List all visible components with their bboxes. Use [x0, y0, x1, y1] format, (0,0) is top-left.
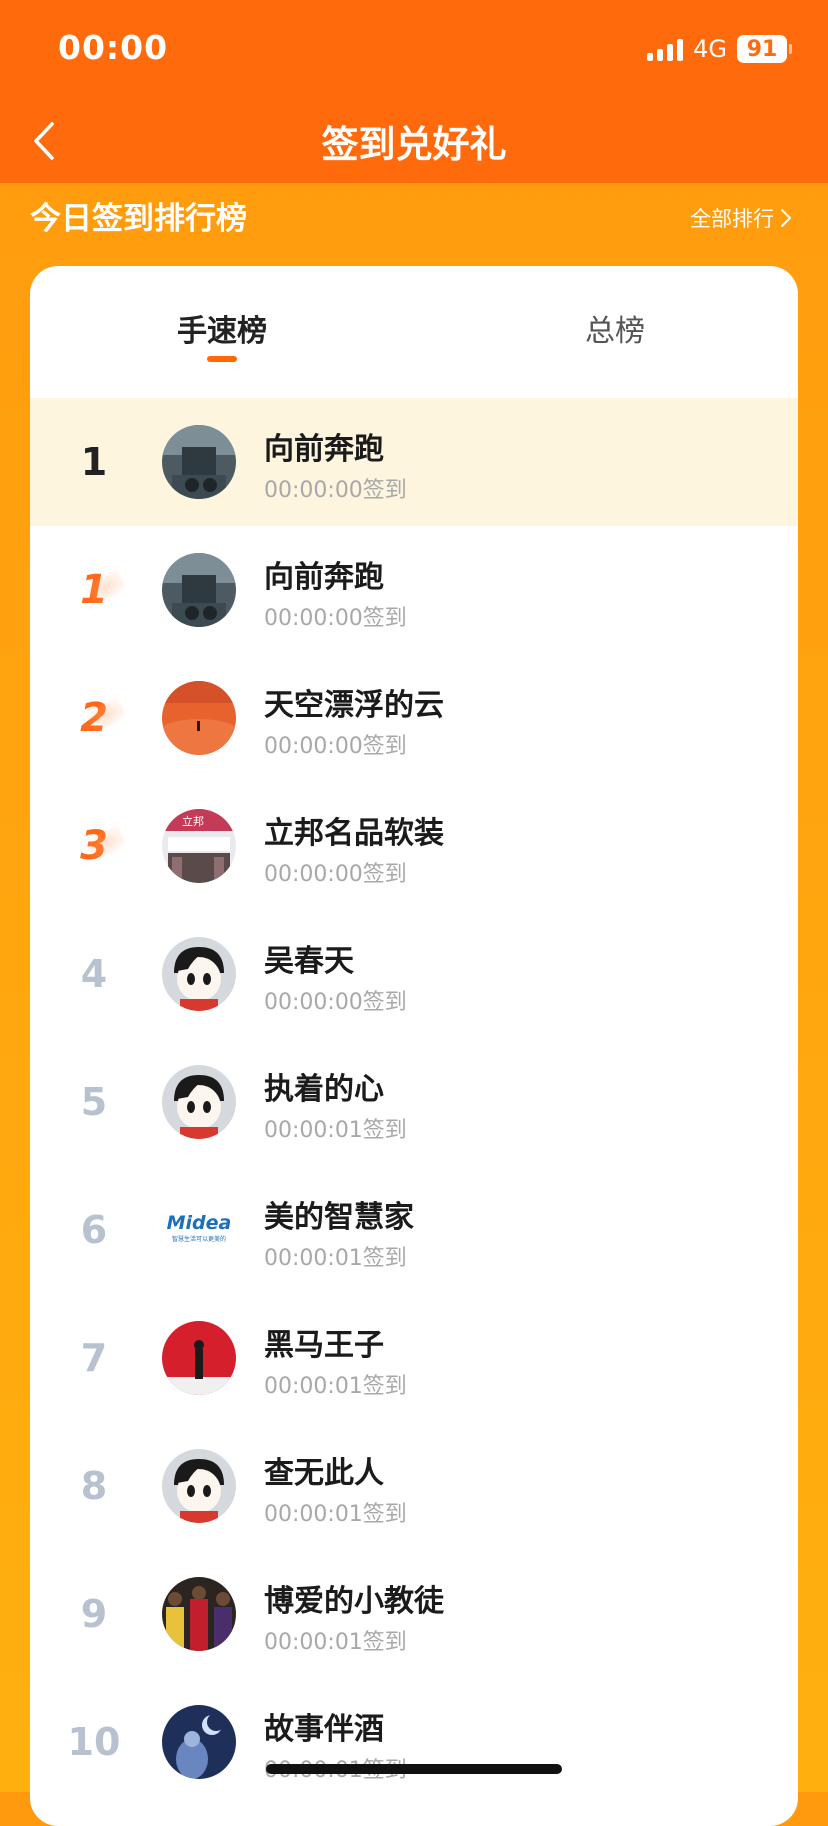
page-title: 签到兑好礼	[321, 123, 507, 166]
tab-speed[interactable]: 手速榜	[172, 306, 272, 350]
user-name: 向前奔跑	[264, 432, 384, 467]
user-name: 博爱的小教徒	[264, 1584, 444, 1619]
rank-number: 2	[56, 654, 132, 782]
avatar: 立邦	[162, 809, 236, 883]
battery-tip	[789, 44, 792, 54]
my-rank-number: 1	[80, 440, 108, 484]
rank-number: 7	[80, 1336, 108, 1380]
tab-bar: 手速榜 总榜	[30, 266, 798, 398]
user-name: 吴春天	[264, 944, 354, 979]
list-item[interactable]: 9 博爱的小教徒 00:00:01签到	[30, 1550, 798, 1678]
avatar	[162, 1449, 236, 1523]
rank-number: 10	[67, 1720, 121, 1764]
rank-number: 4	[80, 952, 108, 996]
user-name: 美的智慧家	[264, 1200, 414, 1235]
avatar	[162, 1321, 236, 1395]
avatar	[162, 1065, 236, 1139]
rank-number: 1	[56, 526, 132, 654]
rank-number: 8	[80, 1464, 108, 1508]
active-tab-indicator	[207, 356, 237, 362]
checkin-time: 00:00:01签到	[264, 1502, 407, 1527]
avatar	[162, 425, 236, 499]
chevron-right-icon	[781, 209, 791, 227]
top-header: 00:00 4G 91 签到兑好礼	[0, 0, 828, 183]
avatar	[162, 1577, 236, 1651]
rank-number: 6	[80, 1208, 108, 1252]
status-icons: 4G 91	[647, 34, 792, 64]
svg-text:智慧生活可以更美的: 智慧生活可以更美的	[172, 1235, 226, 1243]
all-ranking-link[interactable]: 全部排行	[690, 203, 792, 233]
section-header: 今日签到排行榜 全部排行	[0, 183, 828, 263]
battery-icon: 91	[737, 35, 787, 63]
my-rank-row[interactable]: 1 向前奔跑 00:00:00签到	[30, 398, 798, 526]
svg-text:立邦: 立邦	[182, 814, 204, 828]
ranking-title: 今日签到排行榜	[30, 201, 247, 237]
list-item[interactable]: 4 吴春天 00:00:00签到	[30, 910, 798, 1038]
ranking-card: 手速榜 总榜 1 向前奔跑 00:00:00签到 1 向前奔跑 00:00:00…	[30, 266, 798, 1826]
list-item[interactable]: 6 Midea 智慧生活可以更美的 美的智慧家 00:00:01签到	[30, 1166, 798, 1294]
rank-number: 9	[80, 1592, 108, 1636]
checkin-time: 00:00:01签到	[264, 1374, 407, 1399]
checkin-time: 00:00:00签到	[264, 606, 407, 631]
checkin-time: 00:00:01签到	[264, 1630, 407, 1655]
user-name: 查无此人	[264, 1456, 384, 1491]
user-name: 天空漂浮的云	[264, 688, 444, 723]
user-name: 故事伴酒	[264, 1712, 384, 1747]
all-ranking-label: 全部排行	[690, 207, 774, 231]
avatar	[162, 937, 236, 1011]
rank-number: 3	[56, 782, 132, 910]
rank-number: 5	[80, 1080, 108, 1124]
checkin-time: 00:00:00签到	[264, 862, 407, 887]
home-indicator[interactable]	[266, 1764, 562, 1774]
user-name: 立邦名品软装	[264, 816, 444, 851]
list-item[interactable]: 10 故事伴酒 00:00:01签到	[30, 1678, 798, 1806]
list-item[interactable]: 1 向前奔跑 00:00:00签到	[30, 526, 798, 654]
signal-icon	[647, 37, 684, 61]
checkin-time: 00:00:00签到	[264, 734, 407, 759]
user-name: 向前奔跑	[264, 560, 384, 595]
avatar: Midea 智慧生活可以更美的	[162, 1193, 236, 1267]
list-item[interactable]: 5 执着的心 00:00:01签到	[30, 1038, 798, 1166]
network-type: 4G	[693, 35, 727, 63]
list-item[interactable]: 8 查无此人 00:00:01签到	[30, 1422, 798, 1550]
checkin-time: 00:00:00签到	[264, 990, 407, 1015]
user-name: 执着的心	[264, 1072, 384, 1107]
list-item[interactable]: 3 立邦 立邦名品软装 00:00:00签到	[30, 782, 798, 910]
avatar	[162, 681, 236, 755]
avatar	[162, 553, 236, 627]
svg-text:Midea: Midea	[167, 1212, 232, 1234]
user-name: 黑马王子	[264, 1328, 384, 1363]
checkin-time: 00:00:01签到	[264, 1118, 407, 1143]
avatar	[162, 1705, 236, 1779]
checkin-time: 00:00:00签到	[264, 478, 407, 503]
checkin-time: 00:00:01签到	[264, 1246, 407, 1271]
list-item[interactable]: 7 黑马王子 00:00:01签到	[30, 1294, 798, 1422]
tab-total[interactable]: 总榜	[570, 306, 660, 350]
status-time: 00:00	[58, 28, 169, 67]
list-item[interactable]: 2 天空漂浮的云 00:00:00签到	[30, 654, 798, 782]
